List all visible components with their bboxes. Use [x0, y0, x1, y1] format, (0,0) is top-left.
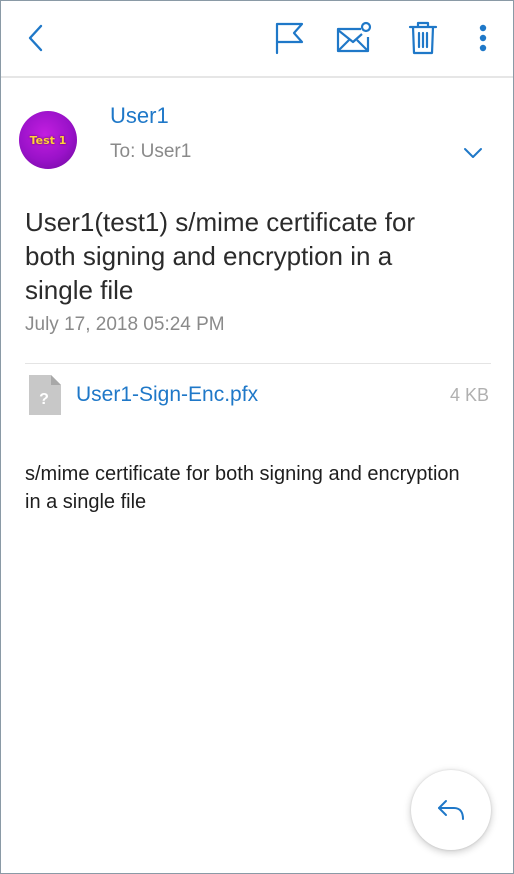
- trash-icon: [408, 21, 438, 55]
- delete-button[interactable]: [404, 19, 442, 57]
- more-vertical-icon: [479, 24, 487, 52]
- sender-name[interactable]: User1: [110, 103, 169, 129]
- chevron-left-icon: [28, 24, 43, 52]
- avatar-text: Test 1: [29, 133, 67, 147]
- svg-text:?: ?: [39, 391, 49, 408]
- back-button[interactable]: [19, 21, 53, 55]
- email-view: Test 1 User1 To: User1 User1(test1) s/mi…: [0, 0, 514, 874]
- flag-icon: [275, 22, 304, 55]
- mark-unread-button[interactable]: [333, 19, 375, 57]
- attachment-size: 4 KB: [449, 385, 489, 405]
- avatar[interactable]: Test 1: [19, 111, 77, 169]
- unknown-file-icon: ?: [29, 375, 61, 415]
- toolbar: [1, 1, 513, 78]
- attachment-item[interactable]: ?: [27, 375, 63, 415]
- email-subject: User1(test1) s/mime certificate for both…: [25, 207, 416, 305]
- email-date: July 17, 2018 05:24 PM: [25, 314, 225, 335]
- more-button[interactable]: [469, 19, 497, 57]
- mail-unread-icon: [336, 21, 372, 53]
- divider: [25, 363, 491, 364]
- flag-button[interactable]: [269, 19, 309, 57]
- reply-button[interactable]: [411, 770, 491, 850]
- email-body: s/mime certificate for both signing and …: [25, 463, 460, 513]
- attachment-name[interactable]: User1-Sign-Enc.pfx: [76, 383, 258, 407]
- chevron-down-icon: [464, 148, 482, 158]
- expand-details-button[interactable]: [459, 141, 487, 165]
- reply-icon: [438, 800, 464, 820]
- recipient-line: To: User1: [110, 141, 192, 162]
